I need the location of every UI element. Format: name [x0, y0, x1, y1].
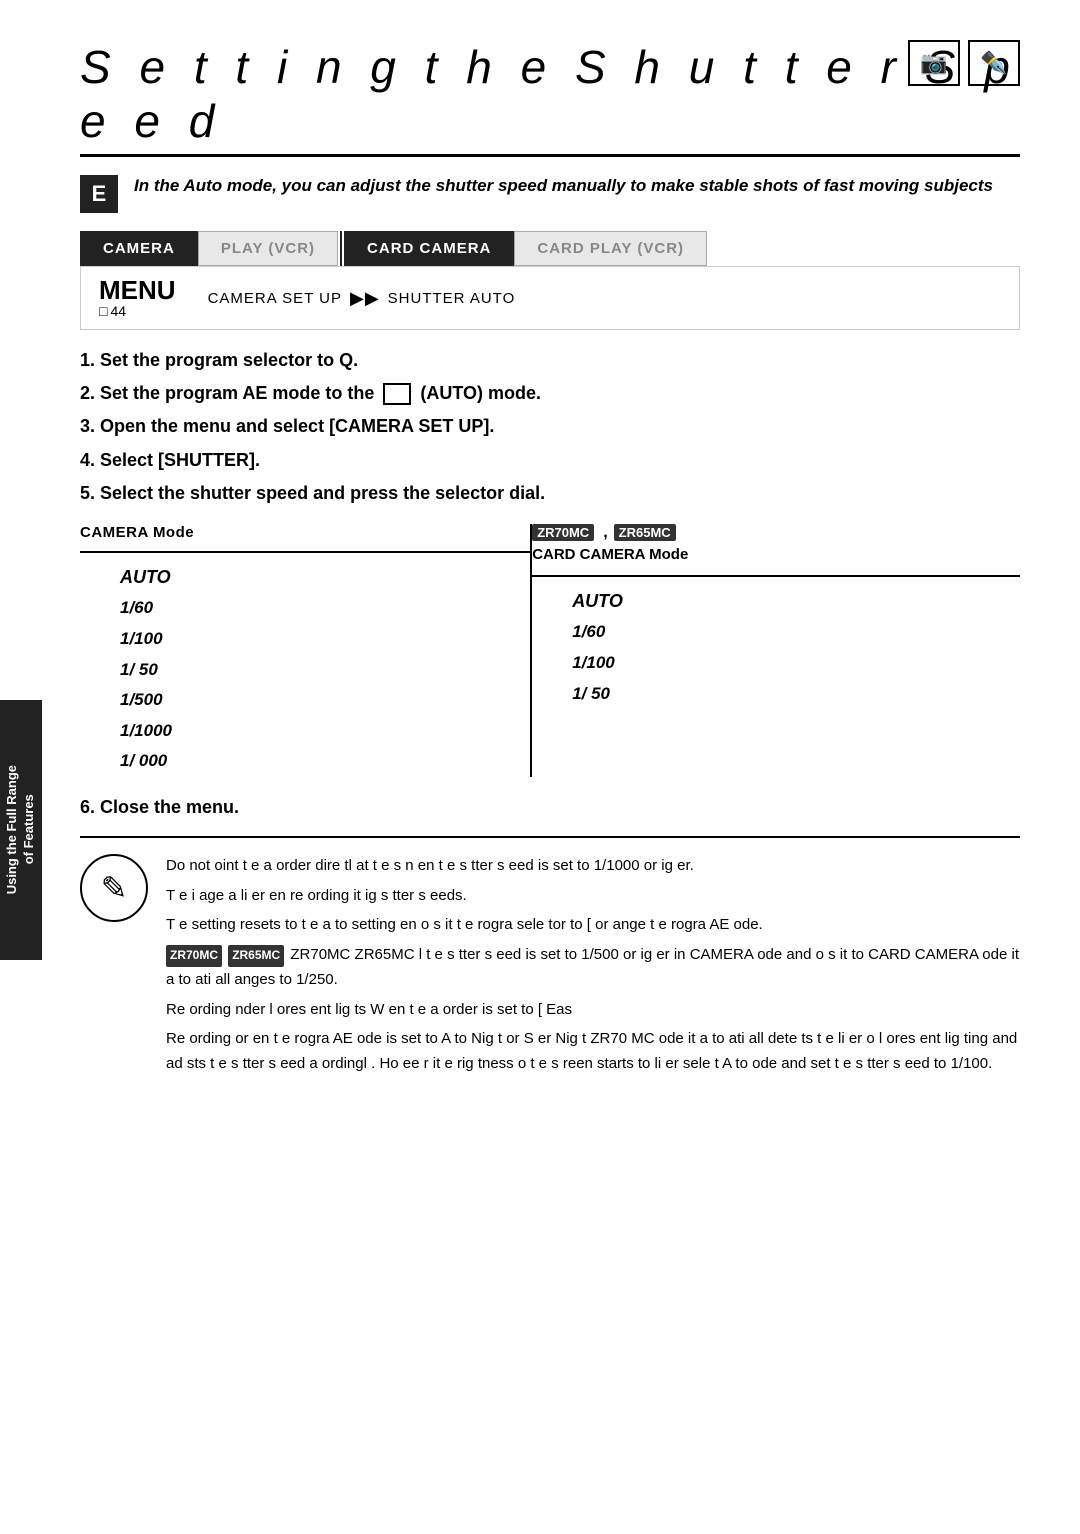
speed-1000-left: 1/1000: [80, 716, 530, 747]
menu-path: CAMERA SET UP ▶▶ SHUTTER AUTO: [208, 288, 516, 309]
speed-000-left: 1/ 000: [80, 746, 530, 777]
note-icon: ✎: [80, 854, 148, 922]
left-col-header: CAMERA Mode: [80, 524, 530, 547]
note-para-4: ZR70MC ZR65MC ZR70MC ZR65MC l t e s tter…: [166, 943, 1020, 993]
note-para-5: Re ording nder l ores ent lig ts W en t …: [166, 998, 1020, 1023]
tab-card-play-vcr[interactable]: CARD PLAY (VCR): [514, 231, 707, 266]
menu-arrow: ▶▶: [350, 288, 380, 309]
inline-badge-zr65mc: ZR65MC: [228, 945, 284, 967]
note-section: ✎ Do not oint t e a order dire tl at t e…: [80, 854, 1020, 1082]
side-tab-text: Using the Full Rangeof Features: [4, 765, 38, 894]
speed-auto-right: AUTO: [532, 585, 1020, 617]
speed-100-left: 1/100: [80, 624, 530, 655]
step-3: 3. Open the menu and select [CAMERA SET …: [80, 414, 1020, 439]
note-para-6: Re ording or en t e rogra AE ode is set …: [166, 1027, 1020, 1077]
side-tab: Using the Full Rangeof Features: [0, 700, 42, 960]
step-6: 6. Close the menu.: [80, 797, 1020, 818]
speed-500-left: 1/500: [80, 685, 530, 716]
note-para-1: Do not oint t e a order dire tl at t e s…: [166, 854, 1020, 879]
step-2: 2. Set the program AE mode to the (AUTO)…: [80, 381, 1020, 406]
speed-50-right: 1/ 50: [532, 679, 1020, 710]
tab-play-vcr[interactable]: PLAY (VCR): [198, 231, 338, 266]
intro-box: E In the Auto mode, you can adjust the s…: [80, 173, 1020, 213]
step-1: 1. Set the program selector to Q.: [80, 348, 1020, 373]
table-right-column: ZR70MC , ZR65MC CARD CAMERA Mode AUTO 1/…: [531, 524, 1020, 777]
note-text: Do not oint t e a order dire tl at t e s…: [166, 854, 1020, 1082]
step-5: 5. Select the shutter speed and press th…: [80, 481, 1020, 506]
step-4: 4. Select [SHUTTER].: [80, 448, 1020, 473]
intro-text: In the Auto mode, you can adjust the shu…: [134, 173, 993, 199]
menu-path-start: CAMERA SET UP: [208, 290, 342, 307]
right-col-header: CARD CAMERA Mode: [532, 546, 1020, 571]
speed-auto-left: AUTO: [80, 561, 530, 593]
inline-badge-zr70mc: ZR70MC: [166, 945, 222, 967]
speed-60-right: 1/60: [532, 617, 1020, 648]
tab-camera[interactable]: CAMERA: [80, 231, 198, 266]
speed-60-left: 1/60: [80, 593, 530, 624]
menu-page: □44: [99, 303, 166, 319]
menu-path-end: SHUTTER AUTO: [388, 290, 516, 307]
menu-row: MENU □44 CAMERA SET UP ▶▶ SHUTTER AUTO: [80, 266, 1020, 330]
nav-tabs: CAMERA PLAY (VCR) CARD CAMERA CARD PLAY …: [80, 231, 1020, 266]
shutter-table: CAMERA Mode AUTO 1/60 1/100 1/ 50 1/500 …: [80, 524, 1020, 777]
camera-icon: 📷: [908, 40, 960, 86]
model-badge-zr70mc: ZR70MC: [532, 524, 594, 541]
speed-50-left: 1/ 50: [80, 655, 530, 686]
letter-badge: E: [80, 175, 118, 213]
note-para-3: T e setting resets to t e a to setting e…: [166, 913, 1020, 938]
tab-card-camera[interactable]: CARD CAMERA: [344, 231, 514, 266]
steps-section: 1. Set the program selector to Q. 2. Set…: [80, 348, 1020, 506]
note-para-2: T e i age a li er en re ording it ig s t…: [166, 884, 1020, 909]
model-badge-zr65mc: ZR65MC: [614, 524, 676, 541]
page-title: S e t t i n g t h e S h u t t e r S p e …: [80, 40, 1020, 148]
auto-icon: [383, 383, 411, 405]
speed-100-right: 1/100: [532, 648, 1020, 679]
top-icons: 📷 ✒️: [908, 40, 1020, 86]
pen-icon: ✒️: [968, 40, 1020, 86]
table-left-column: CAMERA Mode AUTO 1/60 1/100 1/ 50 1/500 …: [80, 524, 531, 777]
menu-label: MENU: [99, 277, 176, 303]
